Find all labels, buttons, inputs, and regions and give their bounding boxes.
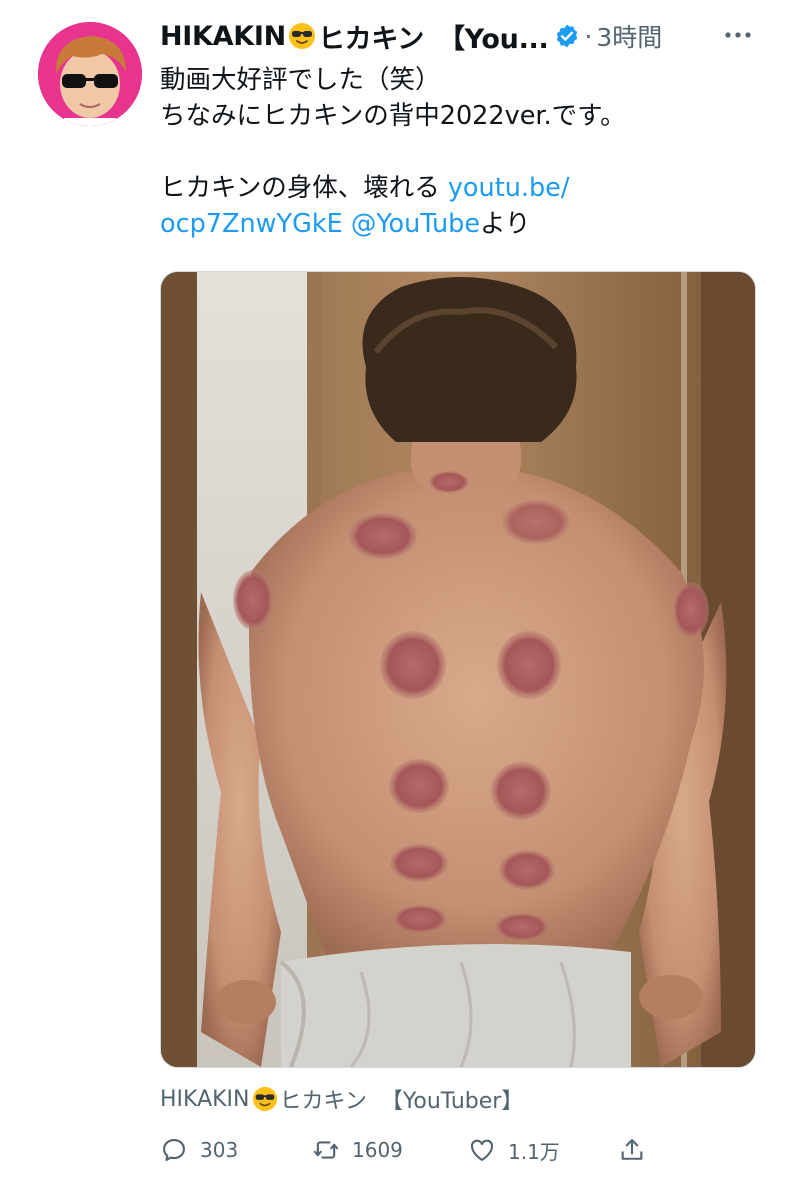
tweet-time[interactable]: 3時間	[596, 18, 662, 54]
sunglasses-emoji-icon	[252, 1086, 277, 1112]
tweet-text-segment: ヒカキンの身体、壊れる	[160, 173, 448, 203]
author-kana[interactable]: ヒカキン	[318, 17, 424, 56]
quoted-author-tag: 【YouTuber】	[380, 1089, 524, 1114]
tweet-text-line-1: 動画大好評でした（笑）	[160, 65, 441, 95]
video-link-part-1[interactable]: youtu.be/	[448, 173, 570, 203]
tweet-text-tail: より	[480, 209, 531, 239]
verified-badge-icon	[557, 24, 578, 48]
heart-icon	[471, 1139, 493, 1161]
tweet-text-line-4: ocp7ZnwYGkE @YouTubeより	[160, 206, 760, 242]
separator-dot: ·	[584, 21, 593, 51]
avatar[interactable]	[38, 22, 142, 126]
sunglasses-emoji-icon	[288, 23, 315, 49]
tweet-text-line-2: ちなみにヒカキンの背中2022ver.です。	[160, 101, 626, 131]
like-count: 1.1万	[508, 1139, 560, 1164]
author-suffix[interactable]: 【You...	[438, 17, 549, 56]
tweet-actions: 303 1609 1.1万	[160, 1130, 760, 1170]
tweet-photo[interactable]	[160, 271, 756, 1068]
more-options-icon[interactable]	[721, 22, 755, 48]
tweet-text: 動画大好評でした（笑） ちなみにヒカキンの背中2022ver.です。 ヒカキンの…	[160, 62, 760, 242]
retweet-button[interactable]: 1609	[312, 1130, 403, 1170]
tweet[interactable]: HIKAKIN ヒカキン 【You... · 3時間 動画大好評でした（笑） ち…	[0, 0, 793, 1200]
quoted-author[interactable]: HIKAKIN ヒカキン 【YouTuber】	[160, 1083, 523, 1115]
author-name[interactable]: HIKAKIN	[160, 21, 286, 52]
quoted-author-kana: ヒカキン	[279, 1089, 367, 1114]
youtube-mention-link[interactable]: @YouTube	[351, 209, 480, 239]
quoted-author-name: HIKAKIN	[160, 1086, 250, 1112]
tweet-header: HIKAKIN ヒカキン 【You... · 3時間	[160, 16, 763, 56]
reply-icon	[163, 1139, 185, 1161]
reply-button[interactable]: 303	[160, 1130, 238, 1170]
share-icon	[621, 1139, 643, 1160]
reply-count: 303	[200, 1138, 239, 1162]
like-button[interactable]: 1.1万	[468, 1130, 560, 1170]
video-link-part-2[interactable]: ocp7ZnwYGkE	[160, 209, 343, 239]
retweet-icon	[313, 1141, 339, 1159]
tweet-text-line-3: ヒカキンの身体、壊れる youtu.be/	[160, 170, 760, 206]
share-button[interactable]	[618, 1130, 658, 1170]
retweet-count: 1609	[352, 1138, 403, 1162]
